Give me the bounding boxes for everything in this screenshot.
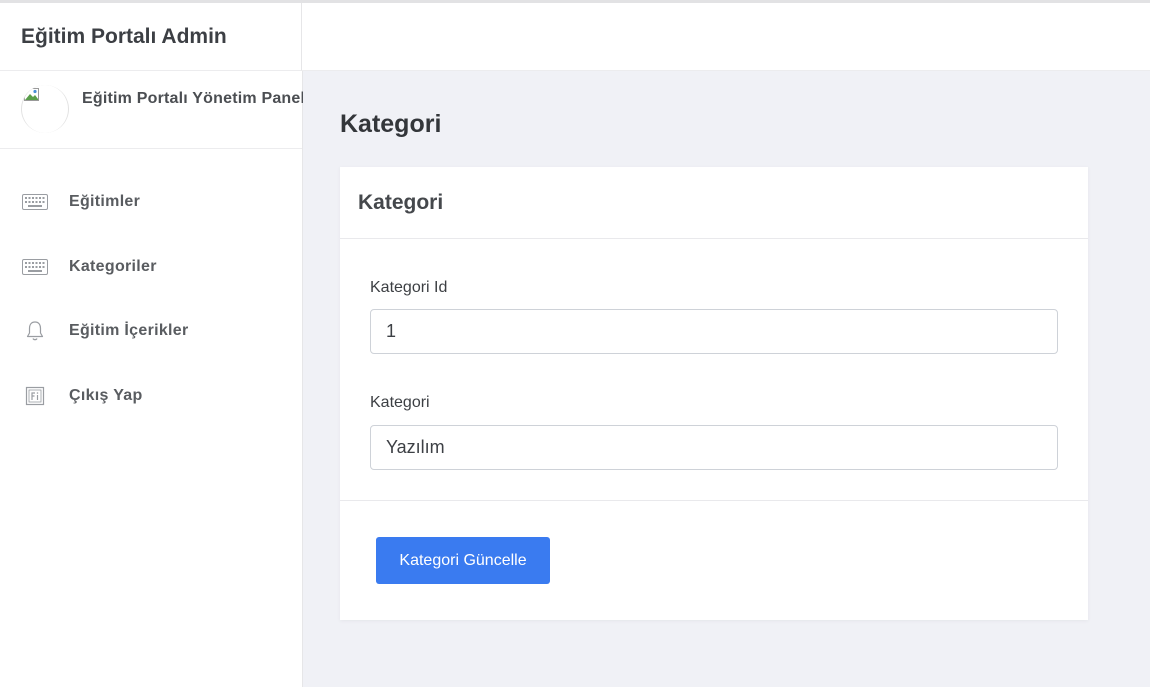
card-title: Kategori — [340, 167, 1088, 239]
sidebar-item-egitim-icerikler[interactable]: Eğitim İçerikler — [0, 299, 302, 364]
sidebar-item-label: Eğitim İçerikler — [69, 322, 189, 340]
keyboard-icon — [22, 192, 48, 212]
top-bar — [302, 3, 1150, 71]
sidebar-item-label: Çıkış Yap — [69, 386, 143, 404]
brand-title[interactable]: Eğitim Portalı Admin — [0, 3, 302, 71]
profile-name: Eğitim Portalı Yönetim Paneli — [82, 90, 303, 107]
page-title: Kategori — [340, 110, 442, 138]
sidebar: Eğitim Portalı Yönetim Paneli Eğitimler — [0, 71, 303, 687]
sidebar-nav: Eğitimler Kategoriler Eğitim İçerikler Ç… — [0, 170, 302, 428]
keyboard-icon — [22, 257, 48, 277]
category-form-card: Kategori Kategori Id Kategori Kategori G… — [340, 167, 1088, 620]
sidebar-item-cikis-yap[interactable]: Çıkış Yap — [0, 364, 302, 429]
category-name-input[interactable] — [370, 425, 1058, 470]
update-category-button[interactable]: Kategori Güncelle — [376, 537, 550, 584]
sidebar-item-label: Eğitimler — [69, 193, 141, 211]
category-id-label: Kategori Id — [370, 279, 448, 296]
sidebar-item-label: Kategoriler — [69, 257, 157, 275]
bell-icon — [22, 321, 48, 341]
sidebar-item-kategoriler[interactable]: Kategoriler — [0, 235, 302, 300]
category-id-input[interactable] — [370, 309, 1058, 354]
logout-icon — [22, 386, 48, 406]
broken-image-icon — [24, 88, 39, 101]
sidebar-profile: Eğitim Portalı Yönetim Paneli — [0, 71, 303, 149]
sidebar-item-egitimler[interactable]: Eğitimler — [0, 170, 302, 235]
form-body: Kategori Id Kategori — [340, 239, 1088, 501]
category-name-label: Kategori — [370, 394, 430, 411]
avatar — [21, 85, 69, 133]
